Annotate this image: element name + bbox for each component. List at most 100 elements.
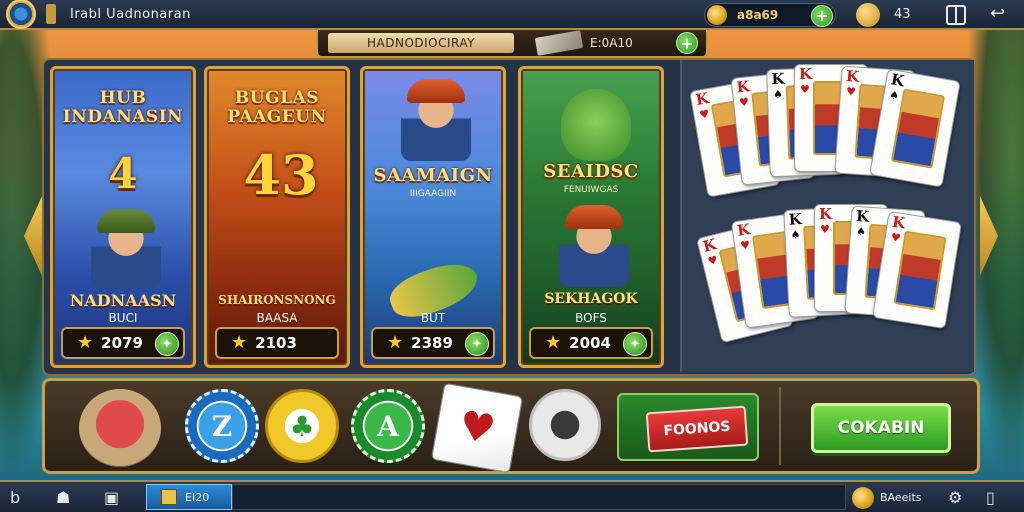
game-tag: BUCI xyxy=(108,311,138,325)
game-card-1[interactable]: HUB INDANASIN 4 NADNAASN BUCI ★ 2079 ✦ xyxy=(50,66,196,368)
tab-icon xyxy=(161,489,177,505)
subbar-value: E:0A10 xyxy=(590,36,633,50)
cake-icon[interactable] xyxy=(79,389,161,467)
hat-illustration xyxy=(97,209,155,233)
yellow-chip-icon[interactable]: ♣ xyxy=(265,389,339,463)
heart-icon: ♥ xyxy=(800,83,810,96)
card-rank: K xyxy=(788,210,803,229)
tab-label: EI20 xyxy=(185,490,210,504)
card-rank: K xyxy=(735,77,751,97)
play-button[interactable]: ✦ xyxy=(623,332,647,356)
card-face-illustration xyxy=(890,88,946,169)
score-value: 2103 xyxy=(255,334,297,352)
card-rank: K xyxy=(889,70,906,91)
bottom-bar-label: BAeeits xyxy=(880,491,922,504)
card-rank: K xyxy=(890,212,907,233)
hat-illustration xyxy=(565,205,623,229)
bottom-actions-panel: Z ♣ A ♥ FOONOS COKABIN xyxy=(42,378,980,474)
spade-icon: ♠ xyxy=(888,88,901,103)
game-card-4[interactable]: SEAIDSC FENUIWGAS SEKHAGOK BOFS ★ 2004 ✦ xyxy=(518,66,664,368)
cards-fan-icon[interactable]: ♥ xyxy=(430,382,524,474)
cta-button[interactable]: COKABIN xyxy=(811,403,951,453)
play-button[interactable]: ✦ xyxy=(155,332,179,356)
star-icon: ★ xyxy=(231,332,248,353)
level-value: 43 xyxy=(894,7,911,22)
heart-icon: ♥ xyxy=(706,253,720,269)
card-rank: K xyxy=(771,69,785,89)
blue-chip-icon[interactable]: Z xyxy=(185,389,259,463)
app-title: Irabl Uadnonaran xyxy=(70,6,191,22)
sub-bar: HADNODIOCIRAY E:0A10 + xyxy=(316,30,708,58)
tab-active[interactable]: EI20 xyxy=(146,484,232,510)
spade-icon: ♠ xyxy=(772,87,784,102)
shop-icon[interactable]: ▣ xyxy=(104,488,119,507)
green-chip-icon[interactable]: A xyxy=(351,389,425,463)
spade-icon: ♠ xyxy=(855,224,867,239)
game-title: HUB INDANASIN xyxy=(62,88,184,127)
heart-icon: ♥ xyxy=(820,223,830,236)
dice-icon[interactable] xyxy=(529,389,601,461)
card-rank: K xyxy=(799,65,813,83)
game-number: 43 xyxy=(243,143,319,207)
playing-card[interactable]: K ♥ xyxy=(872,210,962,330)
globe-badge-icon[interactable] xyxy=(6,0,36,29)
card-rank: K xyxy=(735,220,752,240)
promo-button[interactable]: FOONOS xyxy=(617,393,759,461)
add-coins-button[interactable]: + xyxy=(811,5,833,27)
game-name: NADNAASN xyxy=(69,291,177,310)
score-bar: ★ 2103 xyxy=(215,327,339,359)
card-rank: K xyxy=(845,66,860,86)
heart-icon: ♥ xyxy=(738,95,750,110)
game-title: BUGLAS PAAGEUN xyxy=(227,88,327,127)
coin-value: a8a69 xyxy=(737,8,779,22)
bottom-bar-track xyxy=(232,484,846,510)
back-icon[interactable]: ↩ xyxy=(990,3,1005,24)
chip-label: A xyxy=(377,409,399,443)
playing-cards-panel: K ♥ K ♥ K ♠ K ♥ K ♥ K ♠ K ♥ K ♥ K ♠ K ♥ … xyxy=(680,60,974,372)
star-icon: ★ xyxy=(387,332,404,353)
game-subtitle: IIIGAAGIIN xyxy=(409,189,457,199)
coin-icon xyxy=(707,5,727,25)
avatar-icon[interactable] xyxy=(856,3,880,27)
subbar-label: HADNODIOCIRAY xyxy=(328,33,514,53)
score-value: 2004 xyxy=(569,334,611,352)
game-title: SAAMAIGN xyxy=(373,165,493,186)
settings-icon[interactable]: ⚙ xyxy=(948,488,962,507)
star-icon: ★ xyxy=(545,332,562,353)
chip-label: Z xyxy=(211,409,233,443)
top-bar: Irabl Uadnonaran a8a69 + 43 ↩ xyxy=(0,0,1024,30)
game-name: SHAIRONSNONG xyxy=(218,293,336,307)
game-tag: BAASA xyxy=(256,311,298,325)
card-rank: K xyxy=(819,205,833,223)
card-rank: K xyxy=(694,89,711,110)
bottom-bar: b ☗ ▣ EI20 BAeeits ⚙ ▯ xyxy=(0,480,1024,512)
card-face-illustration xyxy=(893,230,947,311)
coin-icon xyxy=(852,487,874,509)
heart-icon: ♥ xyxy=(739,238,752,253)
score-bar: ★ 2079 ✦ xyxy=(61,327,185,359)
heart-icon: ♥ xyxy=(698,107,711,122)
game-title: SEAIDSC xyxy=(543,161,639,182)
score-value: 2079 xyxy=(101,334,143,352)
divider xyxy=(779,387,781,465)
spade-icon: ♠ xyxy=(790,228,801,242)
ticket-icon xyxy=(534,30,584,56)
game-tag: BOFS xyxy=(575,311,607,325)
star-icon: ★ xyxy=(77,332,94,353)
friends-icon[interactable]: ☗ xyxy=(56,488,70,507)
game-subtitle: FENUIWGAS xyxy=(563,185,619,195)
game-card-2[interactable]: BUGLAS PAAGEUN 43 SHAIRONSNONG BAASA ★ 2… xyxy=(204,66,350,368)
home-icon[interactable]: b xyxy=(10,488,20,507)
subbar-add-button[interactable]: + xyxy=(676,32,698,54)
heart-icon: ♥ xyxy=(845,84,857,99)
flag-icon xyxy=(46,4,56,24)
promo-label: FOONOS xyxy=(645,405,749,453)
game-card-3[interactable]: SAAMAIGN IIIGAAGIIN BUT ★ 2389 ✦ xyxy=(360,66,506,368)
score-value: 2389 xyxy=(411,334,453,352)
score-bar: ★ 2389 ✦ xyxy=(371,327,495,359)
menu-icon[interactable]: ▯ xyxy=(986,488,995,507)
gift-icon[interactable] xyxy=(946,5,966,25)
game-tag: BUT xyxy=(420,311,446,325)
game-name: SEKHAGOK xyxy=(544,291,638,307)
play-button[interactable]: ✦ xyxy=(465,332,489,356)
